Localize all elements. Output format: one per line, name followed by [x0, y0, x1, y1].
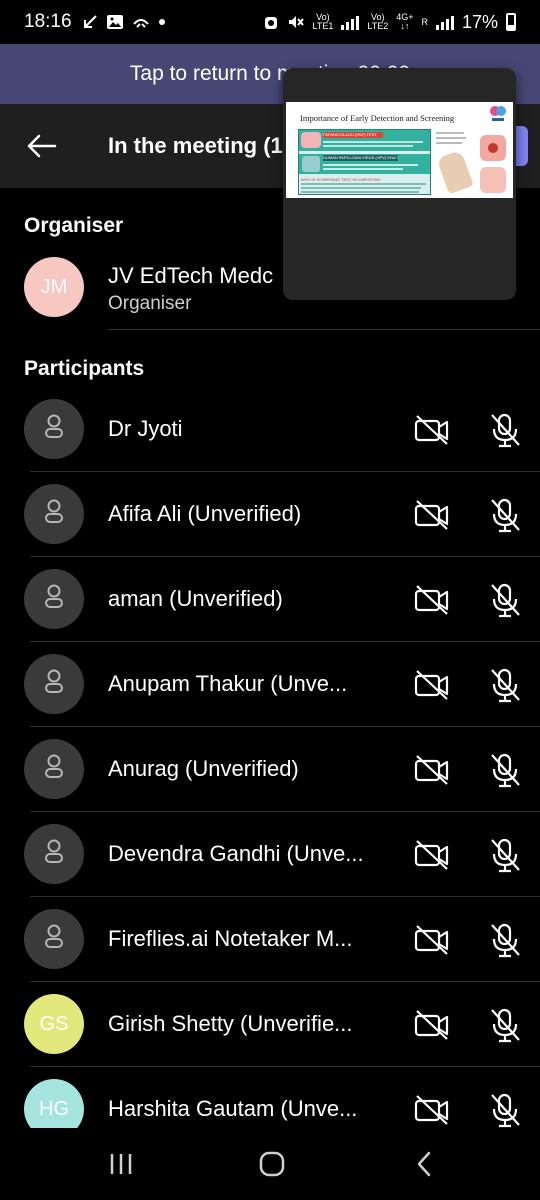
- camera-off-icon: [414, 669, 450, 701]
- recent-apps-icon[interactable]: [106, 1150, 136, 1178]
- person-icon: [43, 498, 65, 530]
- shared-slide: Importance of Early Detection and Screen…: [286, 102, 513, 198]
- participant-name: JV EdTech Medc: [108, 263, 274, 288]
- lte1-indicator: Vo) LTE1: [312, 12, 334, 31]
- slide-info-panel: PAPANICOLAOU (PAP) TEST HUMAN PAPILLOMA …: [298, 129, 431, 195]
- system-navigation-bar: [0, 1128, 540, 1200]
- mic-off-icon: [488, 582, 522, 618]
- avatar: JM: [24, 257, 84, 317]
- participant-role: Organiser: [108, 293, 192, 314]
- uterus-illustration: [301, 132, 321, 148]
- person-icon: [43, 923, 65, 955]
- avatar-initials: HG: [39, 1097, 69, 1120]
- avatar: [24, 824, 84, 884]
- microscope-illustration: [302, 156, 320, 172]
- signal-1-icon: [341, 14, 360, 30]
- gallery-icon: [106, 15, 123, 29]
- mic-off-icon: [488, 412, 522, 448]
- camera-off-icon: [414, 499, 450, 531]
- participant-row[interactable]: Fireflies.ai Notetaker M...: [0, 897, 540, 982]
- participant-name: Devendra Gandhi (Unve...: [108, 841, 364, 866]
- camera-off-icon: [414, 754, 450, 786]
- back-button[interactable]: [20, 124, 64, 168]
- camera-off-icon: [414, 1094, 450, 1126]
- status-time: 18:16: [24, 11, 72, 32]
- participant-row[interactable]: Anupam Thakur (Unve...: [0, 642, 540, 727]
- camera-off-icon: [414, 839, 450, 871]
- participant-name: Anupam Thakur (Unve...: [108, 671, 348, 696]
- participant-row[interactable]: aman (Unverified): [0, 557, 540, 642]
- mic-off-icon: [488, 1007, 522, 1043]
- roaming-indicator: R: [421, 16, 428, 27]
- home-icon[interactable]: [257, 1150, 287, 1178]
- avatar: [24, 569, 84, 629]
- person-icon: [43, 413, 65, 445]
- mic-off-icon: [488, 837, 522, 873]
- camera-off-icon: [414, 584, 450, 616]
- status-bar: 18:16 Vo) LTE1 Vo) LTE2 4G+ ↓↑ R 17%: [0, 0, 540, 44]
- back-arrow-icon: [27, 134, 57, 158]
- call-activity-icon: [132, 19, 149, 28]
- jv-logo-icon: [490, 106, 506, 121]
- battery-percentage: 17%: [461, 11, 498, 32]
- participant-name: aman (Unverified): [108, 586, 283, 611]
- participants-heading: Participants: [24, 357, 145, 380]
- slide-heading-2: HUMAN PAPILLOMA VIRUS (HPV) DNA TEST: [323, 155, 398, 161]
- participant-row[interactable]: Anurag (Unverified): [0, 727, 540, 812]
- person-icon: [43, 668, 65, 700]
- back-nav-icon[interactable]: [410, 1150, 440, 1178]
- participant-name: Harshita Gautam (Unve...: [108, 1096, 358, 1121]
- participant-name: Girish Shetty (Unverifie...: [108, 1011, 353, 1036]
- signal-2-icon: [435, 14, 454, 30]
- slide-illustration: [436, 129, 508, 195]
- organiser-heading: Organiser: [24, 214, 124, 237]
- camera-off-icon: [414, 414, 450, 446]
- avatar-initials: GS: [39, 1012, 69, 1035]
- participant-name: Dr Jyoti: [108, 416, 183, 441]
- person-icon: [43, 838, 65, 870]
- battery-icon: [506, 13, 516, 31]
- avatar: [24, 909, 84, 969]
- missed-call-icon: [83, 15, 97, 28]
- avatar: [24, 399, 84, 459]
- dot-icon: [158, 19, 165, 25]
- participant-name: Anurag (Unverified): [108, 756, 299, 781]
- avatar-initials: JM: [40, 275, 68, 298]
- page-title: In the meeting (1: [108, 133, 283, 158]
- slide-heading-3: WHY IS SCREENING TEST SO IMPORTANT?: [301, 177, 381, 182]
- lte2-indicator: Vo) LTE2: [367, 12, 389, 31]
- participant-row[interactable]: Dr Jyoti: [0, 387, 540, 472]
- mic-off-icon: [488, 497, 522, 533]
- mute-icon: [288, 16, 304, 28]
- mic-off-icon: [488, 752, 522, 788]
- camera-off-icon: [414, 1009, 450, 1041]
- mic-off-icon: [488, 922, 522, 958]
- slide-title: Importance of Early Detection and Screen…: [300, 113, 455, 123]
- avatar: [24, 654, 84, 714]
- alarm-icon: [264, 17, 277, 29]
- participant-row[interactable]: GS Girish Shetty (Unverifie...: [0, 982, 540, 1067]
- network-indicator: 4G+ ↓↑: [396, 12, 414, 31]
- divider: [108, 329, 540, 330]
- mic-off-icon: [488, 1092, 522, 1128]
- participant-name: Fireflies.ai Notetaker M...: [108, 926, 353, 951]
- avatar: GS: [24, 994, 84, 1054]
- person-icon: [43, 753, 65, 785]
- participant-row[interactable]: Devendra Gandhi (Unve...: [0, 812, 540, 897]
- participant-name: Afifa Ali (Unverified): [108, 501, 302, 526]
- participant-row[interactable]: Afifa Ali (Unverified): [0, 472, 540, 557]
- avatar: [24, 484, 84, 544]
- camera-off-icon: [414, 924, 450, 956]
- avatar: [24, 739, 84, 799]
- person-icon: [43, 583, 65, 615]
- slide-heading-1: PAPANICOLAOU (PAP) TEST: [323, 132, 383, 138]
- meeting-pip-window[interactable]: Importance of Early Detection and Screen…: [283, 68, 516, 300]
- mic-off-icon: [488, 667, 522, 703]
